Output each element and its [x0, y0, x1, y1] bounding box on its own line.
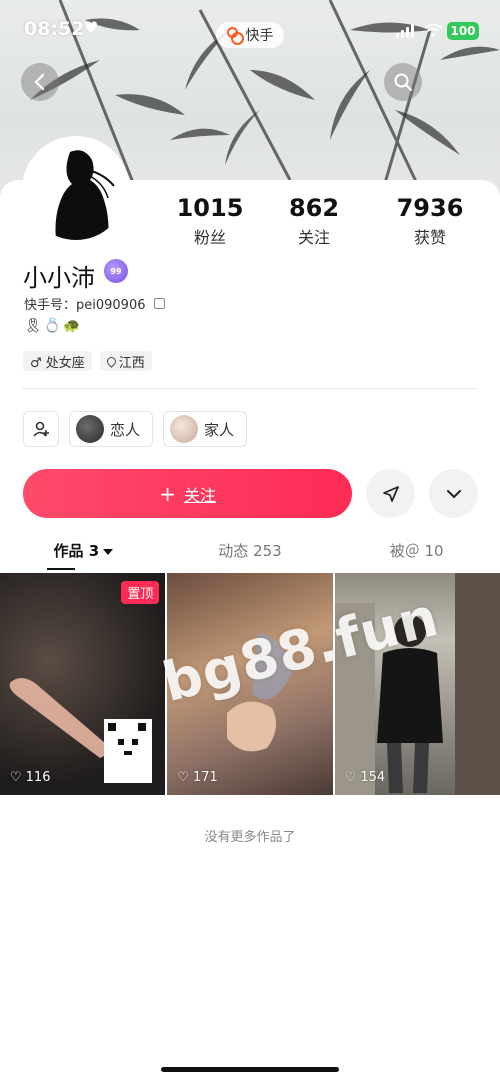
no-more-works-label: 没有更多作品了 [204, 830, 296, 845]
relation-family[interactable]: 家人 [163, 411, 248, 447]
badge-text: 99 [110, 266, 122, 276]
post-likes: ♡ 154 [345, 770, 385, 785]
relation-lover[interactable]: 恋人 [69, 411, 154, 447]
location-icon [104, 354, 118, 368]
kuaishou-logo-icon [226, 27, 244, 45]
tag-zodiac: ♂ 处女座 [23, 351, 92, 371]
tab-label: 作品 3 [53, 542, 100, 560]
lover-avatar [76, 415, 104, 443]
profile-tabs: 作品 3 动态 253 被＠ 10 [0, 536, 500, 572]
chevron-down-icon [446, 489, 461, 498]
stat-likes[interactable]: 7936 获赞 [376, 194, 484, 248]
profile-emoji-badges: 🎗💍🐢 [24, 318, 83, 334]
home-indicator[interactable] [161, 1067, 339, 1072]
likes-count: 171 [192, 770, 218, 785]
status-time: 08:52 [24, 18, 85, 40]
stat-following[interactable]: 862 关注 [260, 194, 368, 248]
profile-stats: 1015 粉丝 862 关注 7936 获赞 [160, 194, 500, 248]
wifi-icon [424, 23, 442, 37]
level-badge-icon[interactable]: 99 [104, 259, 128, 283]
family-avatar [170, 415, 199, 443]
likes-count: 154 [360, 770, 386, 785]
back-button[interactable] [21, 63, 59, 101]
signal-icon [396, 24, 414, 38]
stat-value: 1015 [176, 194, 244, 222]
caret-down-icon [103, 548, 114, 555]
stat-label: 关注 [297, 228, 330, 247]
tab-mentioned[interactable]: 被＠ 10 [333, 536, 500, 572]
pinned-badge: 置顶 [121, 581, 160, 604]
tag-location: 江西 [99, 351, 152, 371]
search-button[interactable] [384, 63, 422, 101]
heart-outline-icon: ♡ [344, 770, 357, 785]
stat-value: 862 [288, 194, 340, 222]
relation-label: 恋人 [110, 420, 141, 439]
status-bar: 08:52 ♥ 快手 100 [0, 14, 500, 48]
search-icon [394, 73, 412, 91]
stat-value: 7936 [396, 194, 464, 222]
add-user-icon [33, 421, 49, 437]
kuaishou-id-row: 快手号：pei090906 [24, 294, 165, 313]
relation-label: 家人 [204, 420, 235, 439]
plus-icon: + [159, 481, 176, 506]
heart-icon: ♥ [84, 18, 99, 37]
heart-outline-icon: ♡ [177, 770, 189, 785]
chevron-left-icon [34, 73, 45, 91]
tab-label: 动态 253 [218, 542, 282, 560]
add-relation-button[interactable] [23, 411, 59, 447]
more-button[interactable] [429, 469, 478, 518]
silhouette-avatar-image [55, 150, 115, 240]
profile-nickname: 小小沛 [23, 264, 95, 292]
post-tile[interactable]: 置顶 ♡ 116 [0, 573, 166, 795]
tag-label: ♂ 处女座 [30, 355, 85, 371]
section-divider [22, 388, 478, 389]
tab-label: 被＠ 10 [389, 542, 444, 560]
share-button[interactable] [366, 469, 415, 518]
stat-label: 粉丝 [193, 228, 226, 247]
profile-tags: ♂ 处女座 江西 [23, 351, 152, 371]
tag-label: 江西 [118, 355, 145, 371]
stat-followers[interactable]: 1015 粉丝 [156, 194, 264, 248]
kuaishou-id: 快手号：pei090906 [24, 298, 146, 313]
post-likes: ♡ 171 [177, 770, 217, 785]
likes-count: 116 [25, 770, 51, 785]
heart-outline-icon: ♡ [10, 770, 22, 785]
send-icon [382, 485, 399, 502]
tab-works[interactable]: 作品 3 [0, 536, 167, 572]
post-thumbnail [9, 678, 152, 783]
post-likes: ♡ 116 [10, 770, 50, 785]
app-pill-label: 快手 [245, 28, 274, 44]
battery-indicator: 100 [447, 22, 479, 40]
tab-moments[interactable]: 动态 253 [167, 536, 334, 572]
relations-row: 恋人 家人 [23, 411, 248, 447]
copy-icon[interactable] [153, 298, 165, 309]
follow-button[interactable]: + 关注 [23, 469, 352, 518]
app-switch-pill[interactable]: 快手 [216, 22, 284, 48]
avatar[interactable] [22, 136, 130, 244]
follow-label: 关注 [183, 485, 216, 505]
stat-label: 获赞 [413, 228, 446, 247]
